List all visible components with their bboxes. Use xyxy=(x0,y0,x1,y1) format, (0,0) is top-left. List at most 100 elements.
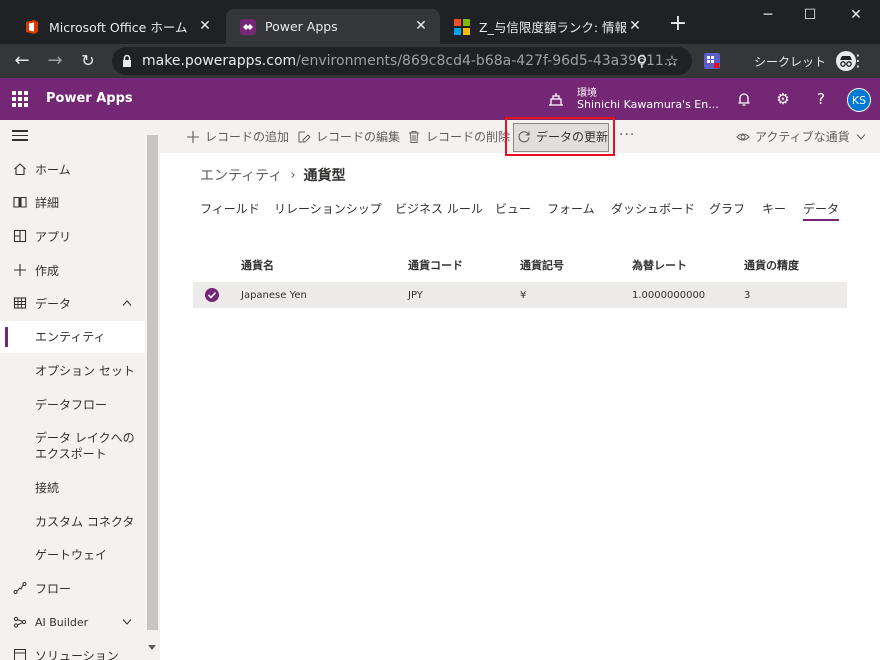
flow-icon xyxy=(13,582,27,594)
column-header-currency-symbol[interactable]: 通貨記号 xyxy=(520,257,564,273)
environment-picker[interactable]: 環境 Shinichi Kawamura's En... xyxy=(548,84,719,114)
tab-views[interactable]: ビュー xyxy=(495,200,531,217)
tab-relationships[interactable]: リレーションシップ xyxy=(274,200,382,217)
sidebar-item-custom-connectors[interactable]: カスタム コネクタ xyxy=(0,512,145,536)
tab-keys[interactable]: キー xyxy=(762,200,786,217)
microsoft-logo-icon xyxy=(454,18,470,35)
chevron-right-icon: › xyxy=(290,167,296,183)
home-icon xyxy=(14,163,26,176)
more-commands-icon[interactable]: ··· xyxy=(619,127,635,143)
sidebar-item-label: データ レイクへのエクスポート xyxy=(35,431,135,461)
maximize-icon[interactable]: ☐ xyxy=(799,4,821,26)
cell-currency-precision[interactable]: 3 xyxy=(744,290,750,301)
sidebar-item-label: データ xyxy=(35,297,72,311)
book-icon xyxy=(13,196,27,208)
window-close-icon[interactable]: ✕ xyxy=(845,4,867,26)
tab-charts[interactable]: グラフ xyxy=(709,200,745,217)
sidebar-item-option-sets[interactable]: オプション セット xyxy=(0,361,145,385)
tab-dashboards[interactable]: ダッシュボード xyxy=(611,200,695,217)
sidebar-item-label: データフロー xyxy=(35,398,108,412)
browser-tab-powerapps[interactable]: Power Apps ✕ xyxy=(226,9,440,44)
sidebar-item-flows[interactable]: フロー xyxy=(0,579,145,603)
close-icon[interactable]: ✕ xyxy=(626,17,644,35)
cell-exchange-rate[interactable]: 1.0000000000 xyxy=(632,290,705,301)
sidebar-scrollbar[interactable] xyxy=(145,120,160,660)
address-bar[interactable]: make.powerapps.com/environments/869c8cd4… xyxy=(112,47,692,75)
sidebar-item-home[interactable]: ホーム xyxy=(0,160,145,184)
app-name[interactable]: Power Apps xyxy=(46,91,133,106)
incognito-indicator[interactable]: シークレット xyxy=(742,48,857,74)
sidebar-item-solutions[interactable]: ソリューション xyxy=(0,646,145,660)
waffle-icon[interactable] xyxy=(12,91,28,107)
page-title: 通貨型 xyxy=(303,168,346,184)
breadcrumb-entities-link[interactable]: エンティティ xyxy=(200,165,282,185)
eye-icon xyxy=(736,133,750,140)
sidebar-item-export-to-data-lake[interactable]: データ レイクへのエクスポート xyxy=(0,428,145,464)
close-icon[interactable]: ✕ xyxy=(412,17,430,35)
command-bar: レコードの追加 レコードの編集 レコードの削除 データの更新 ··· アクティブ… xyxy=(160,117,880,156)
sidebar-item-learn[interactable]: 詳細 xyxy=(0,193,145,217)
browser-tab-title: Z_与信限度額ランク: 情報（全 xyxy=(479,20,629,35)
incognito-label: シークレット xyxy=(754,54,827,69)
column-header-exchange-rate[interactable]: 為替レート xyxy=(632,257,687,273)
column-header-currency-precision[interactable]: 通貨の精度 xyxy=(744,257,799,273)
avatar[interactable]: KS xyxy=(847,88,871,112)
column-header-currency-name[interactable]: 通貨名 xyxy=(241,257,274,273)
edit-record-button[interactable]: レコードの編集 xyxy=(297,120,400,153)
sidebar-item-label: AI Builder xyxy=(35,616,89,629)
tab-forms[interactable]: フォーム xyxy=(547,200,595,217)
cell-currency-name[interactable]: Japanese Yen xyxy=(241,290,307,301)
sidebar-item-label: エンティティ xyxy=(35,330,106,344)
browser-tab-title: Microsoft Office ホーム xyxy=(49,20,188,35)
url-text: make.powerapps.com/environments/869c8cd4… xyxy=(142,53,677,69)
reload-icon[interactable]: ↻ xyxy=(76,49,100,73)
browser-tab-dynamics[interactable]: Z_与信限度額ランク: 情報（全 ✕ xyxy=(440,9,654,44)
sidebar-item-create[interactable]: 作成 xyxy=(0,261,145,285)
new-tab-button[interactable]: + xyxy=(667,13,689,36)
close-icon[interactable]: ✕ xyxy=(196,17,214,35)
highlight-annotation xyxy=(505,117,615,156)
forward-arrow-icon[interactable]: → xyxy=(43,49,67,73)
back-arrow-icon[interactable]: ← xyxy=(10,49,34,73)
bookmark-star-icon[interactable]: ☆ xyxy=(662,51,682,71)
chevron-down-icon[interactable] xyxy=(122,619,132,625)
scrollbar-thumb[interactable] xyxy=(147,135,158,630)
notification-bell-icon[interactable] xyxy=(735,90,753,108)
sidebar-item-label: ソリューション xyxy=(35,649,119,660)
grid-header: 通貨名 通貨コード 通貨記号 為替レート 通貨の精度 xyxy=(193,253,847,273)
url-host: make.powerapps.com xyxy=(142,53,297,69)
scroll-down-arrow-icon[interactable] xyxy=(148,645,156,650)
plus-icon xyxy=(187,130,199,143)
add-record-button[interactable]: レコードの追加 xyxy=(186,120,289,153)
tab-business-rules[interactable]: ビジネス ルール xyxy=(395,200,483,217)
main-content: レコードの追加 レコードの編集 レコードの削除 データの更新 ··· アクティブ… xyxy=(160,117,880,660)
minimize-icon[interactable]: ─ xyxy=(757,4,779,26)
column-header-currency-code[interactable]: 通貨コード xyxy=(408,257,463,273)
view-selector[interactable]: アクティブな通貨 xyxy=(736,120,866,153)
apps-icon xyxy=(13,229,27,243)
sidebar-item-connections[interactable]: 接続 xyxy=(0,478,145,502)
delete-record-label: レコードの削除 xyxy=(426,130,511,144)
tab-fields[interactable]: フィールド xyxy=(200,200,260,217)
sidebar-item-ai-builder[interactable]: AI Builder xyxy=(0,613,145,637)
cell-currency-code[interactable]: JPY xyxy=(408,290,423,301)
table-row[interactable]: Japanese Yen JPY ¥ 1.0000000000 3 xyxy=(193,282,847,308)
settings-gear-icon[interactable]: ⚙ xyxy=(774,90,792,108)
chevron-up-icon[interactable] xyxy=(122,300,132,306)
cell-currency-symbol[interactable]: ¥ xyxy=(520,290,526,301)
tab-data[interactable]: データ xyxy=(803,200,840,221)
sidebar-item-data[interactable]: データ xyxy=(0,294,145,318)
hamburger-menu-icon[interactable] xyxy=(12,130,28,142)
sidebar-item-label: ゲートウェイ xyxy=(35,548,108,562)
delete-record-button[interactable]: レコードの削除 xyxy=(407,120,510,153)
extension-icon[interactable] xyxy=(704,53,720,69)
sidebar-item-dataflows[interactable]: データフロー xyxy=(0,395,145,419)
sidebar-item-gateways[interactable]: ゲートウェイ xyxy=(0,545,145,569)
browser-menu-icon[interactable]: ⋮ xyxy=(850,50,866,72)
row-selected-check-icon[interactable] xyxy=(205,288,219,302)
zoom-icon[interactable]: ⚲ xyxy=(632,51,652,71)
browser-tab-office[interactable]: Microsoft Office ホーム ✕ xyxy=(10,9,224,44)
help-icon[interactable]: ? xyxy=(812,90,830,108)
sidebar-item-entities[interactable]: エンティティ xyxy=(0,321,145,353)
sidebar-item-apps[interactable]: アプリ xyxy=(0,227,145,251)
